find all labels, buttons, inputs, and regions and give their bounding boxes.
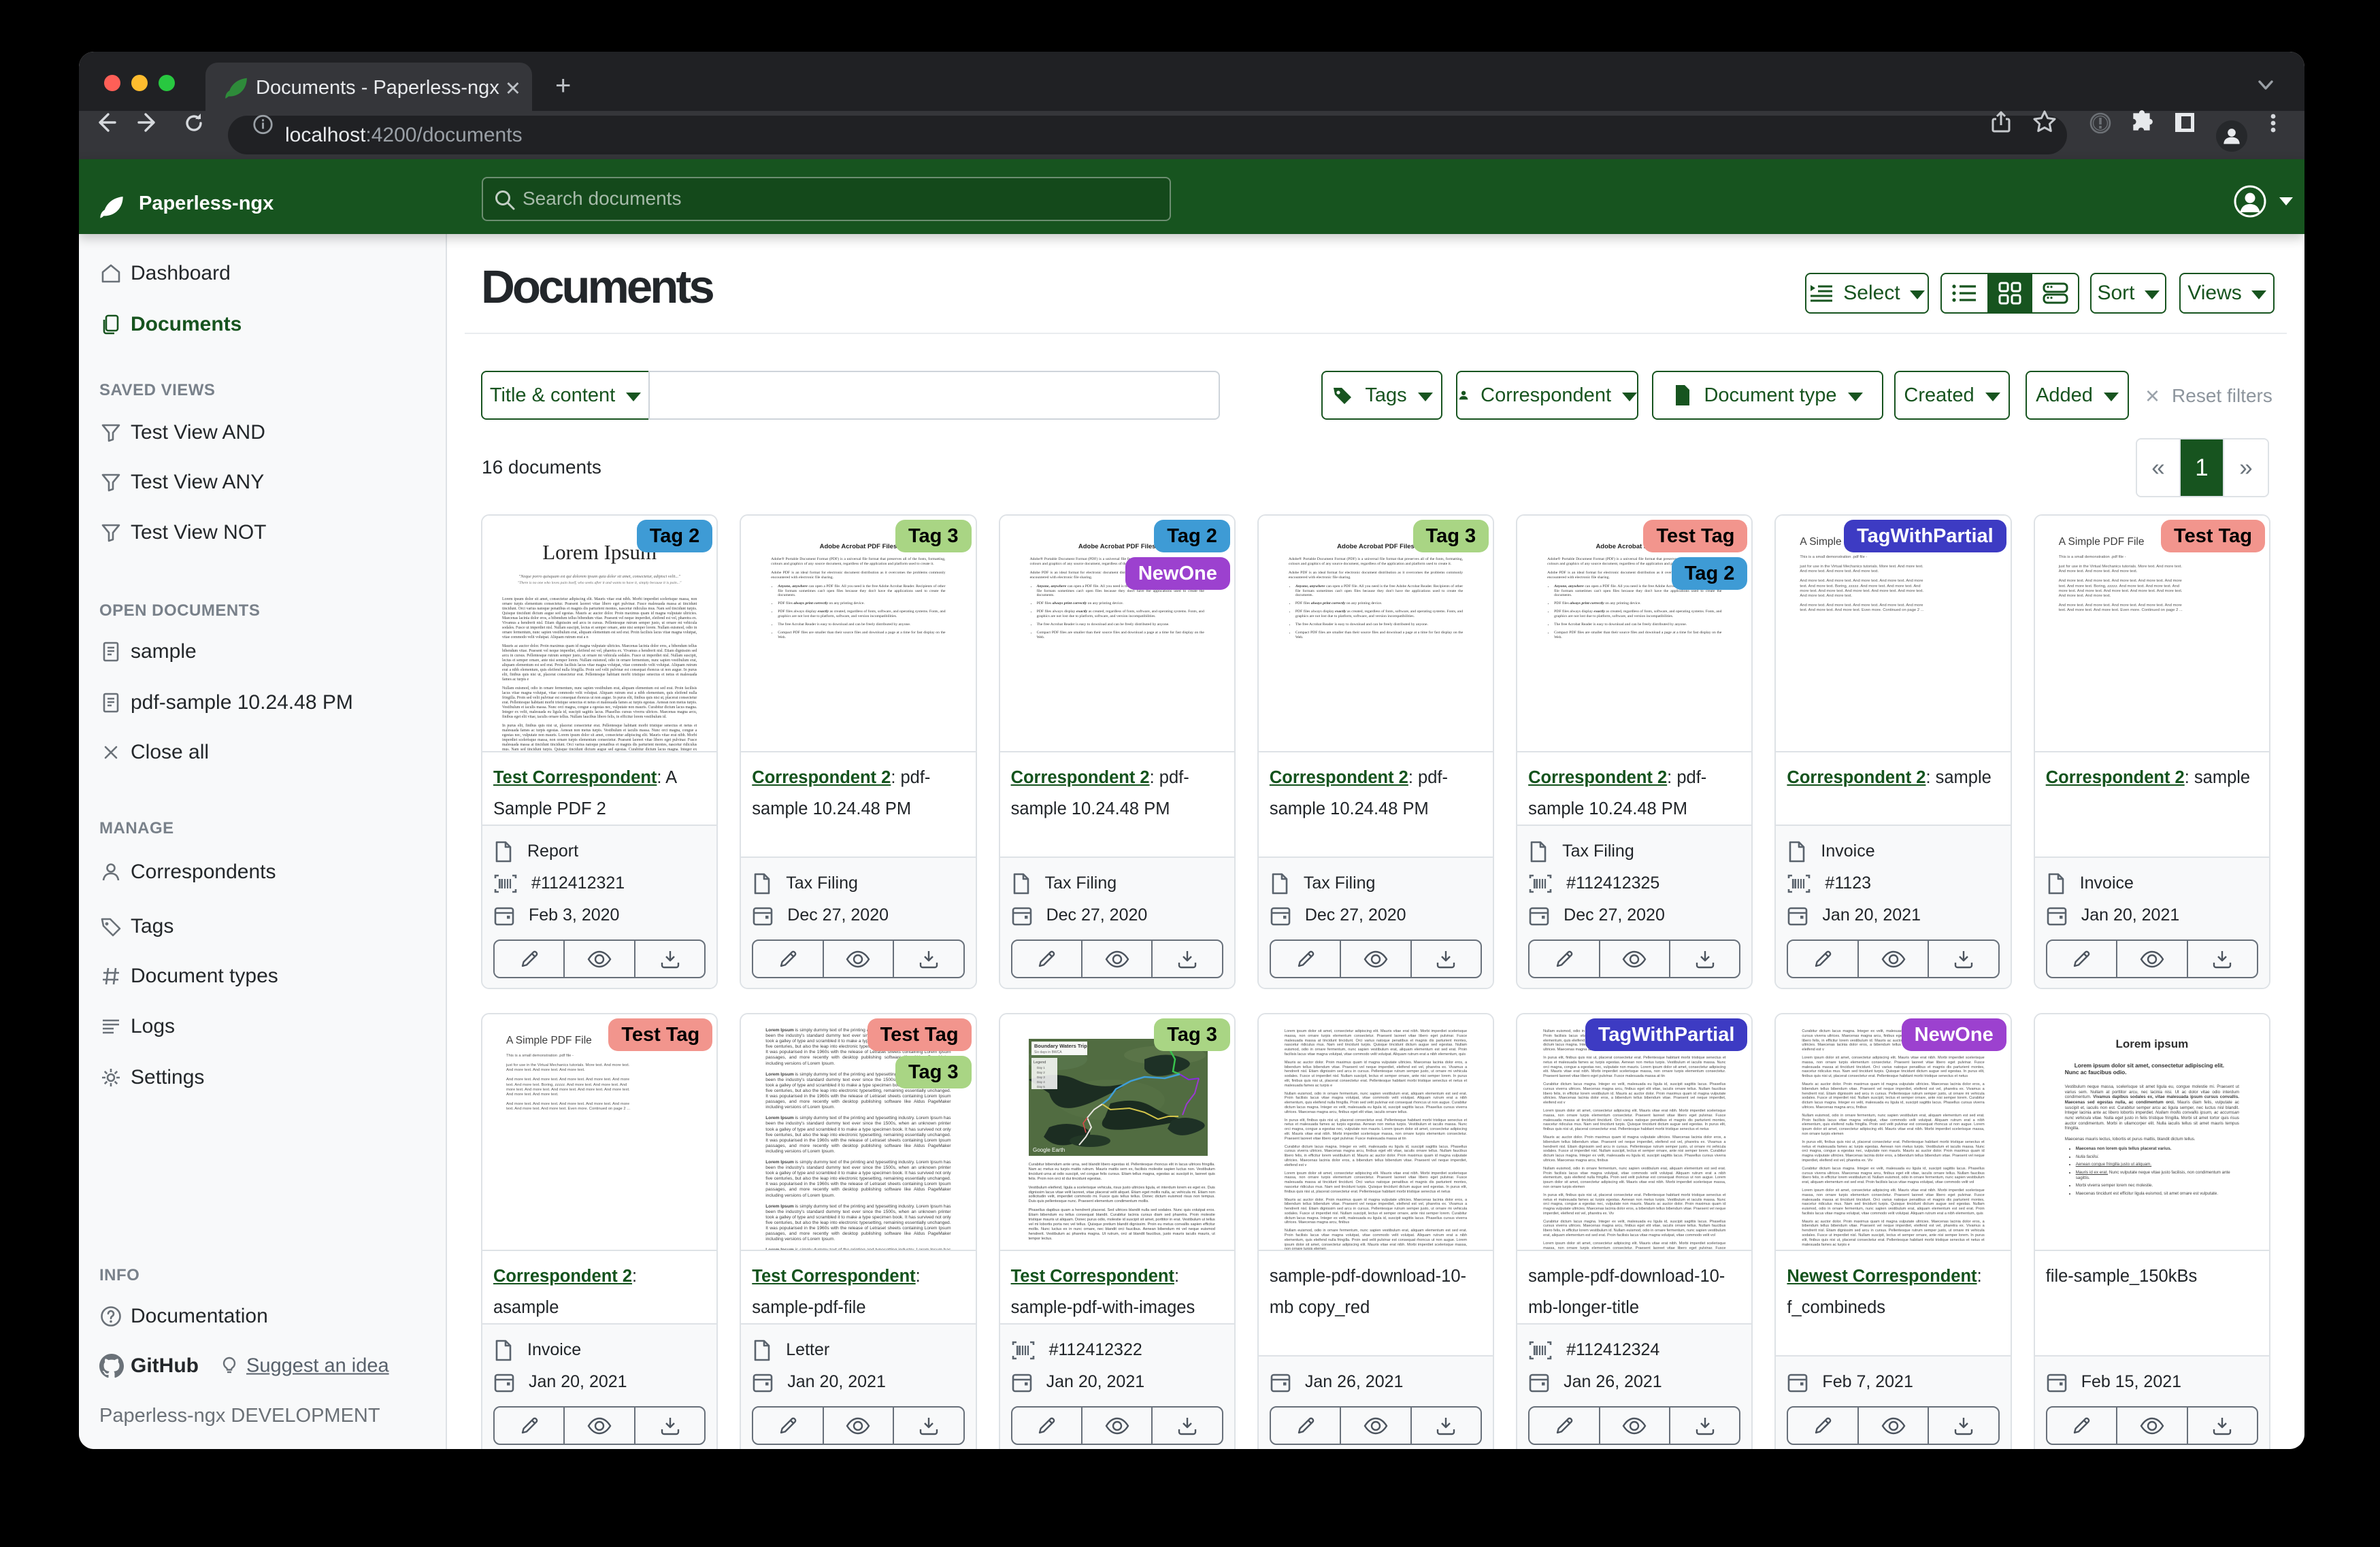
svg-text:Google Earth: Google Earth — [1033, 1147, 1065, 1153]
svg-text:Day 4: Day 4 — [1037, 1080, 1045, 1084]
svg-text:Boundary Waters Trip: Boundary Waters Trip — [1034, 1043, 1087, 1049]
svg-text:Day 5: Day 5 — [1037, 1085, 1045, 1088]
svg-text:Legend: Legend — [1034, 1061, 1046, 1065]
svg-text:Day 2: Day 2 — [1037, 1071, 1045, 1074]
svg-text:Day 3: Day 3 — [1037, 1076, 1045, 1079]
svg-text:Day 1: Day 1 — [1037, 1066, 1045, 1069]
svg-text:Six days in BWCA: Six days in BWCA — [1034, 1050, 1062, 1054]
